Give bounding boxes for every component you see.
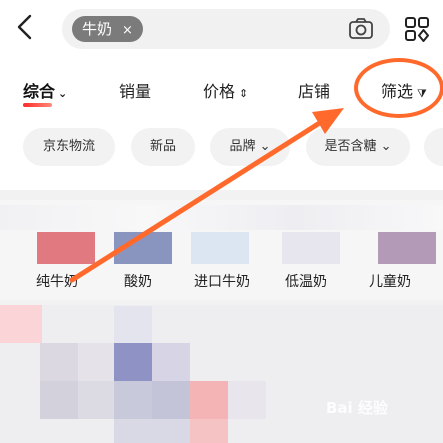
pixel-block (40, 343, 78, 381)
category-label-imported-milk[interactable]: 进口牛奶 (182, 271, 262, 291)
pixel-block (40, 381, 78, 419)
layout-grid-icon[interactable] (404, 16, 430, 42)
pixel-block (114, 381, 152, 419)
category-swatch (114, 232, 172, 264)
tab-comprehensive[interactable]: 综合 ⌄ (23, 80, 67, 104)
annotation-circle (354, 58, 443, 118)
pixel-block (190, 381, 228, 419)
search-query-text: 牛奶 (82, 20, 113, 38)
category-image-kids-milk[interactable] (378, 232, 436, 264)
filter-chip-more[interactable] (424, 128, 443, 166)
pixel-block (114, 343, 152, 381)
pixelated-region (0, 205, 443, 230)
category-swatch (191, 232, 249, 264)
filter-chip-brand[interactable]: 品牌 ⌄ (210, 128, 290, 166)
category-label-pure-milk[interactable]: 纯牛奶 (17, 271, 97, 291)
category-label-low-temp-milk[interactable]: 低温奶 (266, 271, 346, 291)
pixel-block (152, 343, 190, 381)
category-swatch (282, 232, 340, 264)
filter-chip-new[interactable]: 新品 (131, 128, 195, 166)
tab-shop[interactable]: 店铺 (298, 80, 330, 104)
watermark: Bai 经验 (326, 399, 388, 417)
pixel-block (190, 419, 228, 443)
pixel-block (114, 306, 152, 344)
pixel-block (152, 381, 190, 419)
active-tab-underline (23, 103, 52, 107)
pixel-block (78, 381, 116, 419)
pixel-block (0, 305, 42, 343)
filter-chip-row: 京东物流 新品 品牌 ⌄ 是否含糖 ⌄ (0, 128, 443, 166)
clear-query-icon[interactable]: × (122, 23, 133, 38)
filter-chip-sugar[interactable]: 是否含糖 ⌄ (306, 128, 410, 166)
category-label-yogurt[interactable]: 酸奶 (98, 271, 178, 291)
category-image-yogurt[interactable] (114, 232, 172, 264)
pixel-block (228, 381, 266, 419)
category-image-low-temp-milk[interactable] (282, 232, 340, 264)
back-arrow-icon[interactable] (10, 12, 40, 42)
category-swatch (37, 232, 95, 264)
category-image-pure-milk[interactable] (37, 232, 95, 264)
pixel-block (78, 343, 116, 381)
pixel-block (114, 419, 190, 443)
camera-icon[interactable] (348, 17, 374, 41)
tab-sales[interactable]: 销量 (119, 80, 151, 104)
price-sort-icon: ⇕ (239, 87, 249, 100)
filter-chip-jd-logistics[interactable]: 京东物流 (23, 128, 115, 166)
category-swatch (378, 232, 436, 264)
tab-price[interactable]: 价格 ⇕ (203, 80, 248, 104)
search-query-chip[interactable]: 牛奶 × (72, 16, 143, 42)
category-label-kids-milk[interactable]: 儿童奶 (350, 271, 430, 291)
search-bar[interactable]: 牛奶 × (62, 9, 390, 49)
category-image-imported-milk[interactable] (191, 232, 249, 264)
